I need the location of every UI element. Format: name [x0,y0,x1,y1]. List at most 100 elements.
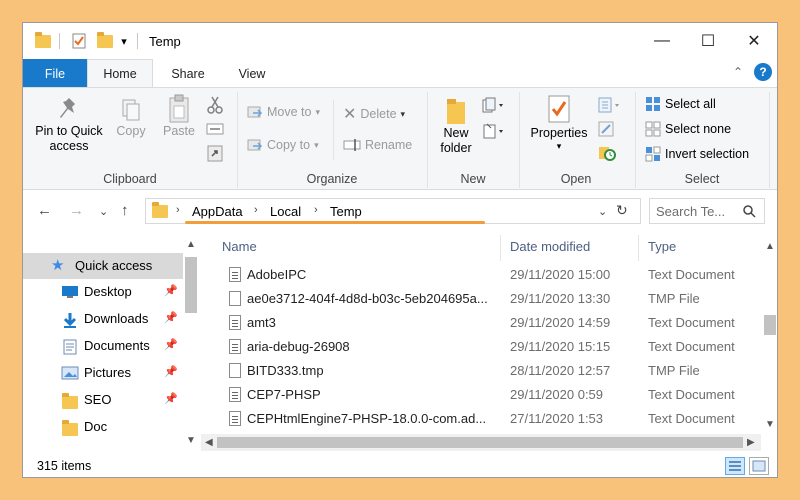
nav-item-quick-access[interactable]: ★ Quick access [23,253,183,279]
select-all-button[interactable]: Select all [645,96,716,112]
text-document-icon [229,411,241,426]
easy-access-icon[interactable] [481,122,507,143]
scroll-up-arrow-icon[interactable]: ▲ [186,239,196,250]
copy-label: Copy [116,124,146,138]
cut-icon[interactable] [207,96,223,117]
tab-home[interactable]: Home [87,59,153,88]
documents-icon [63,339,77,355]
new-item-icon[interactable] [481,96,507,117]
pin-to-quick-access-button[interactable]: Pin to Quick access [29,96,109,154]
copy-button[interactable]: Copy [111,96,151,139]
large-icons-view-icon [752,460,766,472]
properties-check-icon[interactable] [69,31,89,51]
file-date: 29/11/2020 15:15 [510,339,611,354]
up-arrow-icon[interactable]: ↑ [121,202,129,219]
table-row[interactable]: ae0e3712-404f-4d8d-b03c-5eb204695a... 29… [201,287,761,311]
paste-icon [169,94,189,123]
address-history-chevron-icon[interactable]: ⌄ [598,205,607,218]
table-row[interactable]: BITD333.tmp 28/11/2020 12:57 TMP File [201,359,761,383]
details-view-button[interactable] [725,457,745,475]
large-icons-view-button[interactable] [749,457,769,475]
forward-arrow-icon[interactable]: → [69,202,84,219]
copy-to-button[interactable]: Copy to ▾ [247,137,319,153]
select-all-icon [646,97,660,111]
maximize-button[interactable]: ☐ [685,23,731,59]
tmp-file-icon [229,291,241,306]
file-type: Text Document [648,411,735,426]
highlight-underline [185,221,485,224]
move-to-label: Move to [267,105,312,119]
pin-icon: 📌 [164,366,178,378]
file-list-horizontal-scroll-thumb[interactable] [217,437,743,448]
help-icon[interactable]: ? [754,63,772,81]
desktop-icon [62,286,78,298]
star-icon: ★ [51,257,65,274]
nav-item-seo[interactable]: SEO 📌 [23,387,183,413]
history-icon[interactable] [597,144,617,165]
file-list-vertical-scrollbar[interactable]: ▲ ▼ [761,235,777,451]
table-row[interactable]: CEPHtmlEngine7-PHSP-18.0.0-com.ad... 27/… [201,407,761,431]
column-header-type[interactable]: Type [648,239,676,254]
nav-item-label: SEO [84,392,112,407]
tab-view[interactable]: View [223,59,281,88]
item-count: 315 items [37,459,92,473]
table-row[interactable]: AdobeIPC 29/11/2020 15:00 Text Document [201,263,761,287]
scroll-up-arrow-icon[interactable]: ▲ [765,241,775,252]
column-header-date-modified[interactable]: Date modified [510,239,590,254]
nav-item-doc[interactable]: Doc [23,414,183,440]
breadcrumb-temp[interactable]: Temp [330,204,362,219]
file-date: 29/11/2020 0:59 [510,387,604,402]
delete-x-icon: ✕ [343,106,357,123]
breadcrumb-separator-icon: › [176,204,180,216]
new-folder-button[interactable]: New folder [431,96,481,156]
close-button[interactable]: ✕ [731,23,777,59]
scroll-down-arrow-icon[interactable]: ▼ [765,419,775,430]
edit-icon[interactable] [597,120,615,141]
file-list-horizontal-scrollbar[interactable]: ◀ ▶ [201,434,761,451]
nav-item-downloads[interactable]: Downloads 📌 [23,306,183,332]
open-icon[interactable] [597,96,623,117]
status-bar: 315 items [23,451,777,477]
nav-item-label: Pictures [84,365,131,380]
file-list-scroll-thumb[interactable] [764,315,776,335]
nav-item-documents[interactable]: Documents 📌 [23,333,183,359]
quick-access-toolbar-dropdown[interactable]: ▾ [117,31,131,51]
copy-path-icon[interactable] [206,122,224,139]
file-type: Text Document [648,267,735,282]
nav-item-pictures[interactable]: Pictures 📌 [23,360,183,386]
scroll-left-arrow-icon[interactable]: ◀ [205,437,213,448]
new-folder-icon[interactable] [95,31,115,51]
nav-item-desktop[interactable]: Desktop 📌 [23,279,183,305]
nav-item-label: Doc [84,419,108,434]
collapse-ribbon-icon[interactable]: ⌃ [733,65,743,79]
rename-button[interactable]: Rename [343,137,412,153]
table-row[interactable]: amt3 29/11/2020 14:59 Text Document [201,311,761,335]
navigation-pane-scrollbar[interactable]: ▲ ▼ [183,235,199,451]
back-arrow-icon[interactable]: ← [37,202,52,219]
table-row[interactable]: aria-debug-26908 29/11/2020 15:15 Text D… [201,335,761,359]
open-group-label: Open [560,172,592,186]
select-none-button[interactable]: Select none [645,121,731,137]
paste-button[interactable]: Paste [157,94,201,139]
breadcrumb-appdata[interactable]: AppData [192,204,243,219]
move-to-button[interactable]: Move to ▾ [247,104,320,120]
tmp-file-icon [229,363,241,378]
delete-button[interactable]: ✕ Delete ▾ [343,104,405,124]
paste-shortcut-icon[interactable] [207,144,223,165]
scroll-right-arrow-icon[interactable]: ▶ [747,437,755,448]
recent-locations-chevron-icon[interactable]: ⌄ [99,205,108,218]
properties-button[interactable]: Properties ▾ [525,94,593,151]
nav-item-label: Desktop [84,284,132,299]
text-document-icon [229,267,241,282]
invert-selection-button[interactable]: Invert selection [645,146,749,162]
search-box[interactable]: Search Te... [649,198,765,224]
breadcrumb-local[interactable]: Local [270,204,301,219]
navigation-pane-scroll-thumb[interactable] [185,257,197,313]
tab-file[interactable]: File [23,59,87,88]
table-row[interactable]: CEP7-PHSP 29/11/2020 0:59 Text Document [201,383,761,407]
tab-share[interactable]: Share [159,59,217,88]
minimize-button[interactable]: — [639,23,685,59]
scroll-down-arrow-icon[interactable]: ▼ [186,435,196,446]
column-header-name[interactable]: Name [222,239,257,254]
refresh-icon[interactable]: ↻ [616,202,628,219]
